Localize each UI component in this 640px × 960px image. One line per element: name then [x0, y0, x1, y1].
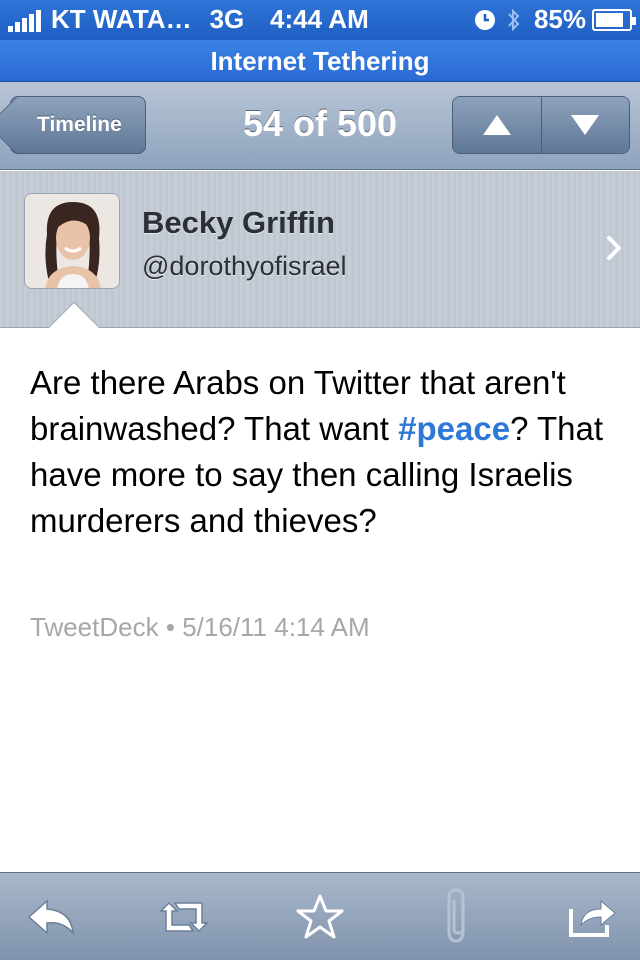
arrow-up-icon — [482, 115, 511, 135]
retweet-icon — [159, 901, 209, 933]
meta-separator: • — [165, 612, 175, 642]
tweet-text: Are there Arabs on Twitter that aren't b… — [30, 360, 616, 544]
battery-level — [596, 12, 623, 27]
status-time: 4:44 AM — [270, 4, 369, 34]
navigation-bar: Timeline 54 of 500 — [0, 82, 640, 170]
share-icon — [569, 899, 616, 937]
tweet-source: TweetDeck — [30, 612, 159, 642]
chevron-right-icon — [607, 236, 621, 260]
arrow-down-icon — [571, 115, 600, 135]
reply-button[interactable] — [26, 891, 78, 943]
attachment-button[interactable] — [432, 888, 484, 943]
back-to-timeline-button[interactable]: Timeline — [10, 96, 146, 154]
avatar[interactable] — [24, 193, 120, 289]
profile-name: Becky Griffin — [142, 205, 335, 240]
network-type: 3G — [209, 4, 245, 34]
clock-lock-icon — [474, 9, 495, 30]
prev-next-segmented-control — [452, 96, 630, 154]
tweet-meta: TweetDeck • 5/16/11 4:14 AM — [30, 612, 370, 643]
profile-handle: @dorothyofisrael — [142, 251, 347, 281]
back-button-label: Timeline — [37, 113, 122, 136]
profile-header[interactable]: Becky Griffin @dorothyofisrael — [0, 171, 640, 328]
favorite-star-icon — [296, 894, 344, 939]
tethering-bar[interactable]: Internet Tethering — [0, 40, 640, 82]
retweet-button[interactable] — [158, 891, 210, 943]
tweet-timestamp: 5/16/11 4:14 AM — [182, 612, 370, 642]
battery-percent: 85% — [533, 4, 586, 34]
attachment-icon — [447, 888, 465, 943]
share-button[interactable] — [566, 891, 618, 943]
status-bar: KT WATA… 3G 4:44 AM 85% — [0, 0, 640, 40]
signal-strength-icon — [8, 8, 43, 32]
favorite-button[interactable] — [294, 891, 346, 943]
bluetooth-icon — [508, 8, 520, 31]
battery-icon — [592, 8, 636, 31]
hashtag-link[interactable]: #peace — [398, 410, 510, 447]
bottom-toolbar — [0, 872, 640, 960]
page-title: 54 of 500 — [242, 103, 398, 144]
next-tweet-button[interactable] — [540, 97, 629, 153]
carrier-name: KT WATA… — [51, 4, 192, 34]
reply-icon — [27, 899, 74, 936]
previous-tweet-button[interactable] — [453, 97, 541, 153]
